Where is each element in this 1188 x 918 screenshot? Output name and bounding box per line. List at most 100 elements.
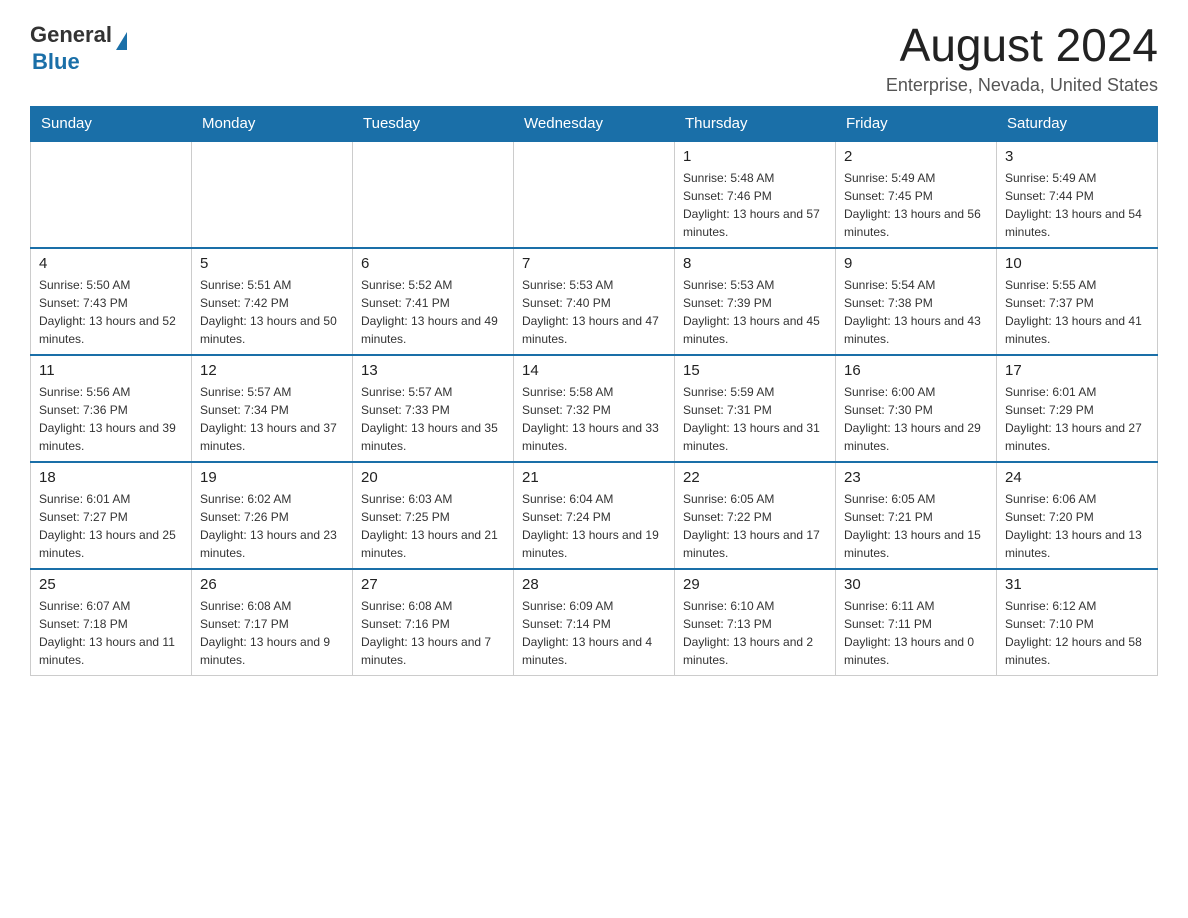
week-row: 11Sunrise: 5:56 AMSunset: 7:36 PMDayligh…: [31, 355, 1158, 462]
week-row: 4Sunrise: 5:50 AMSunset: 7:43 PMDaylight…: [31, 248, 1158, 355]
calendar-cell: [353, 141, 514, 248]
calendar-cell: 18 Sunrise: 6:01 AMSunset: 7:27 PMDayligh…: [31, 462, 192, 569]
calendar-cell: 23 Sunrise: 6:05 AMSunset: 7:21 PMDayligh…: [836, 462, 997, 569]
calendar-cell: 8 Sunrise: 5:53 AMSunset: 7:39 PMDaylight…: [675, 248, 836, 355]
day-number: 31: [1005, 576, 1149, 593]
calendar-header-row: SundayMondayTuesdayWednesdayThursdayFrid…: [31, 106, 1158, 141]
day-number: 10: [1005, 255, 1149, 272]
day-number: 4: [39, 255, 183, 272]
day-info: Sunrise: 5:55 AMSunset: 7:37 PMDaylight:…: [1005, 276, 1149, 348]
day-info: Sunrise: 5:57 AMSunset: 7:34 PMDaylight:…: [200, 383, 344, 455]
day-number: 30: [844, 576, 988, 593]
day-info: Sunrise: 6:01 AMSunset: 7:29 PMDaylight:…: [1005, 383, 1149, 455]
day-of-week-header: Wednesday: [514, 106, 675, 141]
day-info: Sunrise: 5:53 AMSunset: 7:40 PMDaylight:…: [522, 276, 666, 348]
calendar-cell: [31, 141, 192, 248]
day-number: 21: [522, 469, 666, 486]
calendar-cell: 2Sunrise: 5:49 AMSunset: 7:45 PMDaylight…: [836, 141, 997, 248]
day-number: 13: [361, 362, 505, 379]
day-info: Sunrise: 6:04 AMSunset: 7:24 PMDaylight:…: [522, 490, 666, 562]
day-info: Sunrise: 6:08 AMSunset: 7:16 PMDaylight:…: [361, 597, 505, 669]
day-number: 17: [1005, 362, 1149, 379]
day-info: Sunrise: 6:09 AMSunset: 7:14 PMDaylight:…: [522, 597, 666, 669]
day-info: Sunrise: 6:00 AMSunset: 7:30 PMDaylight:…: [844, 383, 988, 455]
calendar-table: SundayMondayTuesdayWednesdayThursdayFrid…: [30, 106, 1158, 676]
day-of-week-header: Monday: [192, 106, 353, 141]
calendar-cell: 30 Sunrise: 6:11 AMSunset: 7:11 PMDayligh…: [836, 569, 997, 676]
calendar-cell: 5 Sunrise: 5:51 AMSunset: 7:42 PMDaylight…: [192, 248, 353, 355]
day-number: 29: [683, 576, 827, 593]
week-row: 1 Sunrise: 5:48 AMSunset: 7:46 PMDaylight…: [31, 141, 1158, 248]
calendar-cell: 16 Sunrise: 6:00 AMSunset: 7:30 PMDayligh…: [836, 355, 997, 462]
calendar-cell: 9 Sunrise: 5:54 AMSunset: 7:38 PMDaylight…: [836, 248, 997, 355]
calendar-cell: [192, 141, 353, 248]
calendar-cell: 21 Sunrise: 6:04 AMSunset: 7:24 PMDayligh…: [514, 462, 675, 569]
day-number: 22: [683, 469, 827, 486]
calendar-cell: 29 Sunrise: 6:10 AMSunset: 7:13 PMDayligh…: [675, 569, 836, 676]
day-number: 6: [361, 255, 505, 272]
day-info: Sunrise: 5:52 AMSunset: 7:41 PMDaylight:…: [361, 276, 505, 348]
day-number: 28: [522, 576, 666, 593]
calendar-cell: 13 Sunrise: 5:57 AMSunset: 7:33 PMDayligh…: [353, 355, 514, 462]
calendar-cell: 15Sunrise: 5:59 AMSunset: 7:31 PMDayligh…: [675, 355, 836, 462]
day-info: Sunrise: 5:57 AMSunset: 7:33 PMDaylight:…: [361, 383, 505, 455]
calendar-cell: 25Sunrise: 6:07 AMSunset: 7:18 PMDayligh…: [31, 569, 192, 676]
day-number: 11: [39, 362, 183, 379]
day-info: Sunrise: 5:54 AMSunset: 7:38 PMDaylight:…: [844, 276, 988, 348]
day-info: Sunrise: 5:49 AMSunset: 7:45 PMDaylight:…: [844, 169, 988, 241]
logo-general-text: General: [30, 23, 112, 47]
day-number: 5: [200, 255, 344, 272]
calendar-cell: 20Sunrise: 6:03 AMSunset: 7:25 PMDayligh…: [353, 462, 514, 569]
day-number: 19: [200, 469, 344, 486]
calendar-cell: 22Sunrise: 6:05 AMSunset: 7:22 PMDayligh…: [675, 462, 836, 569]
day-number: 23: [844, 469, 988, 486]
calendar-cell: 3 Sunrise: 5:49 AMSunset: 7:44 PMDaylight…: [997, 141, 1158, 248]
day-info: Sunrise: 5:51 AMSunset: 7:42 PMDaylight:…: [200, 276, 344, 348]
calendar-cell: 26Sunrise: 6:08 AMSunset: 7:17 PMDayligh…: [192, 569, 353, 676]
day-of-week-header: Sunday: [31, 106, 192, 141]
day-info: Sunrise: 6:02 AMSunset: 7:26 PMDaylight:…: [200, 490, 344, 562]
calendar-cell: 7 Sunrise: 5:53 AMSunset: 7:40 PMDaylight…: [514, 248, 675, 355]
calendar-cell: 4Sunrise: 5:50 AMSunset: 7:43 PMDaylight…: [31, 248, 192, 355]
calendar-cell: 1 Sunrise: 5:48 AMSunset: 7:46 PMDaylight…: [675, 141, 836, 248]
day-info: Sunrise: 6:10 AMSunset: 7:13 PMDaylight:…: [683, 597, 827, 669]
day-info: Sunrise: 5:58 AMSunset: 7:32 PMDaylight:…: [522, 383, 666, 455]
calendar-cell: 11Sunrise: 5:56 AMSunset: 7:36 PMDayligh…: [31, 355, 192, 462]
day-number: 24: [1005, 469, 1149, 486]
day-info: Sunrise: 6:06 AMSunset: 7:20 PMDaylight:…: [1005, 490, 1149, 562]
location-subtitle: Enterprise, Nevada, United States: [886, 75, 1158, 96]
calendar-cell: [514, 141, 675, 248]
logo-blue-text: Blue: [32, 50, 127, 74]
day-info: Sunrise: 6:12 AMSunset: 7:10 PMDaylight:…: [1005, 597, 1149, 669]
calendar-cell: 24 Sunrise: 6:06 AMSunset: 7:20 PMDayligh…: [997, 462, 1158, 569]
day-info: Sunrise: 5:48 AMSunset: 7:46 PMDaylight:…: [683, 169, 827, 241]
day-number: 9: [844, 255, 988, 272]
calendar-cell: 17 Sunrise: 6:01 AMSunset: 7:29 PMDayligh…: [997, 355, 1158, 462]
calendar-cell: 12Sunrise: 5:57 AMSunset: 7:34 PMDayligh…: [192, 355, 353, 462]
day-info: Sunrise: 6:08 AMSunset: 7:17 PMDaylight:…: [200, 597, 344, 669]
logo: General Blue: [30, 20, 127, 74]
calendar-cell: 19 Sunrise: 6:02 AMSunset: 7:26 PMDayligh…: [192, 462, 353, 569]
day-info: Sunrise: 5:53 AMSunset: 7:39 PMDaylight:…: [683, 276, 827, 348]
day-info: Sunrise: 6:11 AMSunset: 7:11 PMDaylight:…: [844, 597, 988, 669]
calendar-cell: 27 Sunrise: 6:08 AMSunset: 7:16 PMDayligh…: [353, 569, 514, 676]
day-info: Sunrise: 5:49 AMSunset: 7:44 PMDaylight:…: [1005, 169, 1149, 241]
calendar-cell: 10 Sunrise: 5:55 AMSunset: 7:37 PMDayligh…: [997, 248, 1158, 355]
day-number: 1: [683, 148, 827, 165]
day-number: 27: [361, 576, 505, 593]
day-info: Sunrise: 6:01 AMSunset: 7:27 PMDaylight:…: [39, 490, 183, 562]
day-number: 18: [39, 469, 183, 486]
day-number: 25: [39, 576, 183, 593]
day-number: 16: [844, 362, 988, 379]
page-header: General Blue August 2024 Enterprise, Nev…: [30, 20, 1158, 96]
day-number: 7: [522, 255, 666, 272]
week-row: 25Sunrise: 6:07 AMSunset: 7:18 PMDayligh…: [31, 569, 1158, 676]
title-section: August 2024 Enterprise, Nevada, United S…: [886, 20, 1158, 96]
calendar-cell: 31 Sunrise: 6:12 AMSunset: 7:10 PMDayligh…: [997, 569, 1158, 676]
day-number: 3: [1005, 148, 1149, 165]
day-of-week-header: Thursday: [675, 106, 836, 141]
week-row: 18 Sunrise: 6:01 AMSunset: 7:27 PMDayligh…: [31, 462, 1158, 569]
day-info: Sunrise: 6:05 AMSunset: 7:21 PMDaylight:…: [844, 490, 988, 562]
day-number: 8: [683, 255, 827, 272]
month-year-title: August 2024: [886, 20, 1158, 71]
